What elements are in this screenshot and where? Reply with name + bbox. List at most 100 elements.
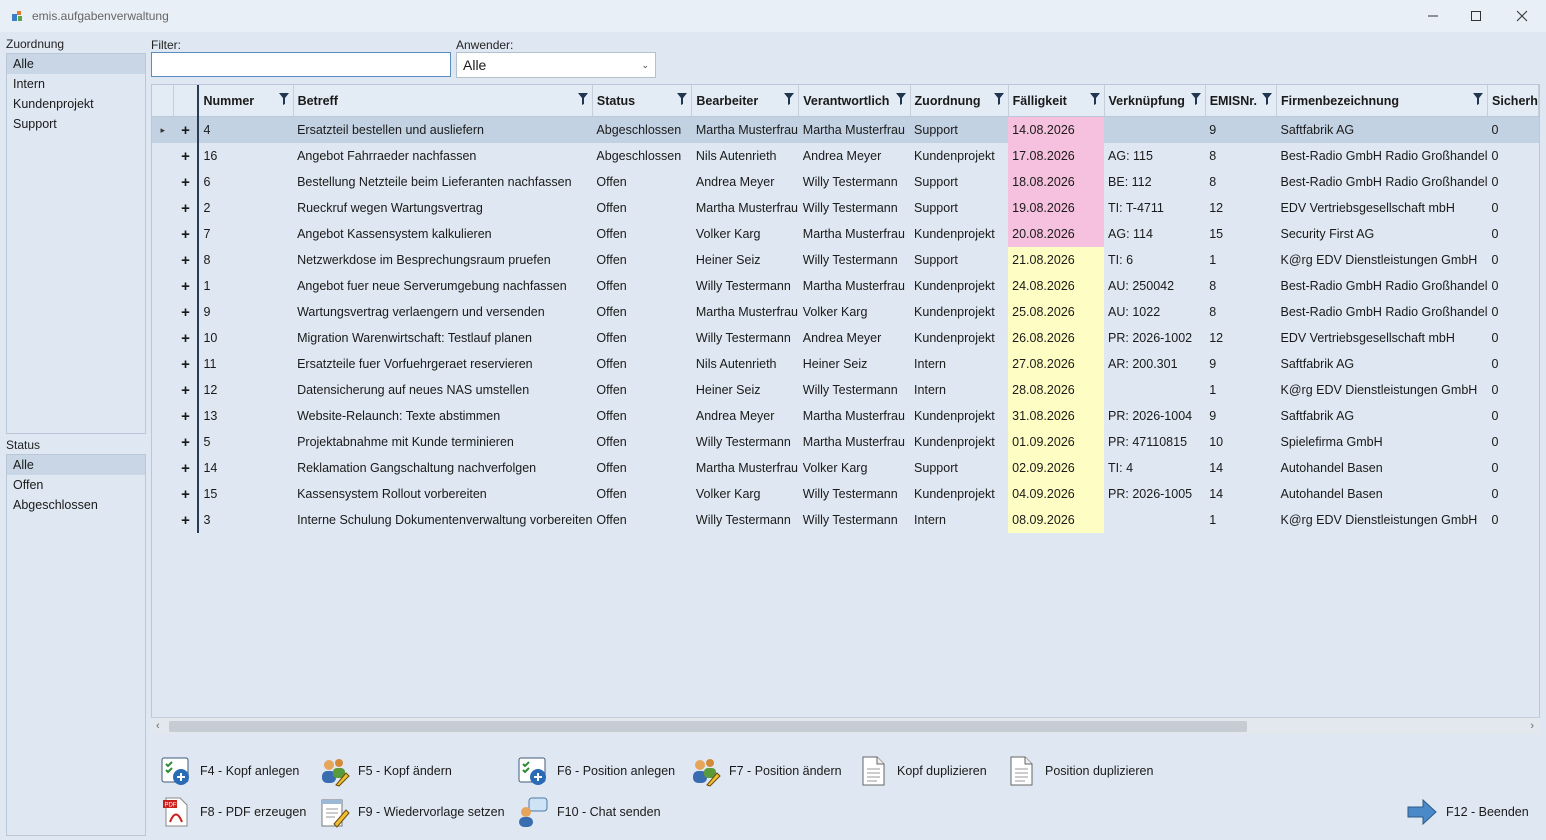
plus-icon[interactable]: +: [181, 278, 190, 295]
filter-icon[interactable]: [1473, 93, 1484, 105]
expand-cell[interactable]: +: [173, 455, 200, 481]
plus-icon[interactable]: +: [181, 382, 190, 399]
table-row[interactable]: +2 Rueckruf wegen Wartungsvertrag Offen Mar…: [152, 195, 1539, 221]
minimize-button[interactable]: [1410, 3, 1456, 29]
position-duplizieren-button[interactable]: Position duplizieren: [1005, 755, 1153, 787]
plus-icon[interactable]: +: [181, 460, 190, 477]
plus-icon[interactable]: +: [181, 226, 190, 243]
close-button[interactable]: [1499, 3, 1545, 29]
status-item-offen[interactable]: Offen: [7, 475, 145, 495]
col-header-status[interactable]: Status: [592, 85, 693, 117]
row-pointer-cell[interactable]: [152, 351, 174, 377]
table-row[interactable]: +3 Interne Schulung Dokumentenverwaltung …: [152, 507, 1539, 533]
wiedervorlage-button[interactable]: F9 - Wiedervorlage setzen: [318, 796, 505, 828]
table-row[interactable]: ▸ +4 Ersatzteil bestellen und ausliefern Ab…: [152, 116, 1539, 143]
plus-icon[interactable]: +: [181, 252, 190, 269]
row-pointer-cell[interactable]: [152, 169, 174, 195]
pdf-erzeugen-button[interactable]: PDF F8 - PDF erzeugen: [160, 796, 306, 828]
table-row[interactable]: +6 Bestellung Netzteile beim Lieferanten …: [152, 169, 1539, 195]
filter-icon[interactable]: [1190, 93, 1201, 105]
filter-icon[interactable]: [784, 93, 795, 105]
row-pointer-cell[interactable]: [152, 221, 174, 247]
col-header-sicherh[interactable]: Sicherh: [1487, 85, 1539, 117]
row-pointer-cell[interactable]: [152, 403, 174, 429]
expand-cell[interactable]: +: [173, 299, 200, 325]
col-header-zuordnung[interactable]: Zuordnung: [910, 85, 1009, 117]
filter-icon[interactable]: [278, 93, 289, 105]
expand-cell[interactable]: +: [173, 325, 200, 351]
row-pointer-cell[interactable]: [152, 299, 174, 325]
plus-icon[interactable]: +: [181, 200, 190, 217]
plus-icon[interactable]: +: [181, 408, 190, 425]
table-row[interactable]: +12 Datensicherung auf neues NAS umstelle…: [152, 377, 1539, 403]
expand-cell[interactable]: +: [173, 351, 200, 377]
zuordnung-item-intern[interactable]: Intern: [7, 74, 145, 94]
scrollbar-thumb[interactable]: [169, 721, 1247, 732]
row-pointer-cell[interactable]: [152, 325, 174, 351]
expand-cell[interactable]: +: [173, 507, 200, 533]
status-list[interactable]: Alle Offen Abgeschlossen: [6, 454, 146, 836]
kopf-anlegen-button[interactable]: F4 - Kopf anlegen: [160, 755, 299, 787]
expand-cell[interactable]: +: [173, 429, 200, 455]
col-header-emisnr[interactable]: EMISNr.: [1205, 85, 1278, 117]
row-pointer-cell[interactable]: [152, 273, 174, 299]
expand-cell[interactable]: +: [173, 116, 200, 143]
col-header-bearbeiter[interactable]: Bearbeiter: [691, 85, 800, 117]
filter-icon[interactable]: [1089, 93, 1100, 105]
zuordnung-item-kundenprojekt[interactable]: Kundenprojekt: [7, 94, 145, 114]
col-header-firmenbezeichnung[interactable]: Firmenbezeichnung: [1276, 85, 1489, 117]
table-row[interactable]: +7 Angebot Kassensystem kalkulieren Offen V…: [152, 221, 1539, 247]
row-pointer-cell[interactable]: [152, 455, 174, 481]
row-pointer-cell[interactable]: ▸: [152, 116, 174, 143]
table-row[interactable]: +9 Wartungsvertrag verlaengern und versen…: [152, 299, 1539, 325]
task-grid[interactable]: Nummer Betreff Status Bearbeiter Verantw…: [151, 84, 1540, 734]
table-row[interactable]: +13 Website-Relaunch: Texte abstimmen Offe…: [152, 403, 1539, 429]
zuordnung-item-alle[interactable]: Alle: [7, 54, 145, 74]
scroll-left-icon[interactable]: ‹: [156, 718, 160, 734]
table-row[interactable]: +5 Projektabnahme mit Kunde terminieren Of…: [152, 429, 1539, 455]
expand-cell[interactable]: +: [173, 377, 200, 403]
plus-icon[interactable]: +: [181, 304, 190, 321]
expand-cell[interactable]: +: [173, 403, 200, 429]
row-pointer-cell[interactable]: [152, 247, 174, 273]
row-pointer-cell[interactable]: [152, 143, 174, 169]
expand-cell[interactable]: +: [173, 143, 200, 169]
expand-cell[interactable]: +: [173, 247, 200, 273]
table-row[interactable]: +1 Angebot fuer neue Serverumgebung nachf…: [152, 273, 1539, 299]
plus-icon[interactable]: +: [181, 512, 190, 529]
expand-cell[interactable]: +: [173, 195, 200, 221]
plus-icon[interactable]: +: [181, 148, 190, 165]
beenden-button[interactable]: F12 - Beenden: [1406, 796, 1529, 828]
filter-icon[interactable]: [577, 93, 588, 105]
expand-cell[interactable]: +: [173, 221, 200, 247]
position-anlegen-button[interactable]: F6 - Position anlegen: [517, 755, 675, 787]
status-item-abgeschlossen[interactable]: Abgeschlossen: [7, 495, 145, 515]
table-row[interactable]: +14 Reklamation Gangschaltung nachverfolg…: [152, 455, 1539, 481]
table-row[interactable]: +8 Netzwerkdose im Besprechungsraum pruef…: [152, 247, 1539, 273]
scroll-right-icon[interactable]: ›: [1530, 718, 1534, 734]
row-pointer-cell[interactable]: [152, 195, 174, 221]
filter-icon[interactable]: [895, 93, 906, 105]
anwender-select[interactable]: Alle ⌄: [456, 52, 656, 78]
row-pointer-cell[interactable]: [152, 429, 174, 455]
filter-icon[interactable]: [993, 93, 1004, 105]
kopf-aendern-button[interactable]: F5 - Kopf ändern: [318, 755, 452, 787]
row-pointer-cell[interactable]: [152, 481, 174, 507]
filter-input[interactable]: [151, 52, 451, 77]
filter-icon[interactable]: [677, 93, 688, 105]
row-pointer-cell[interactable]: [152, 507, 174, 533]
row-pointer-cell[interactable]: [152, 377, 174, 403]
table-row[interactable]: +11 Ersatzteile fuer Vorfuehrgeraet reser…: [152, 351, 1539, 377]
col-header-faelligkeit[interactable]: Fälligkeit: [1008, 85, 1105, 117]
plus-icon[interactable]: +: [181, 434, 190, 451]
col-header-betreff[interactable]: Betreff: [293, 85, 593, 117]
plus-icon[interactable]: +: [181, 486, 190, 503]
filter-icon[interactable]: [1262, 93, 1272, 105]
expand-cell[interactable]: +: [173, 481, 200, 507]
plus-icon[interactable]: +: [181, 122, 190, 139]
plus-icon[interactable]: +: [181, 174, 190, 191]
table-row[interactable]: +16 Angebot Fahrraeder nachfassen Abgeschl…: [152, 143, 1539, 169]
col-header-nummer[interactable]: Nummer: [198, 85, 294, 117]
table-row[interactable]: +15 Kassensystem Rollout vorbereiten Offen…: [152, 481, 1539, 507]
col-header-verantwortlich[interactable]: Verantwortlich: [798, 85, 911, 117]
